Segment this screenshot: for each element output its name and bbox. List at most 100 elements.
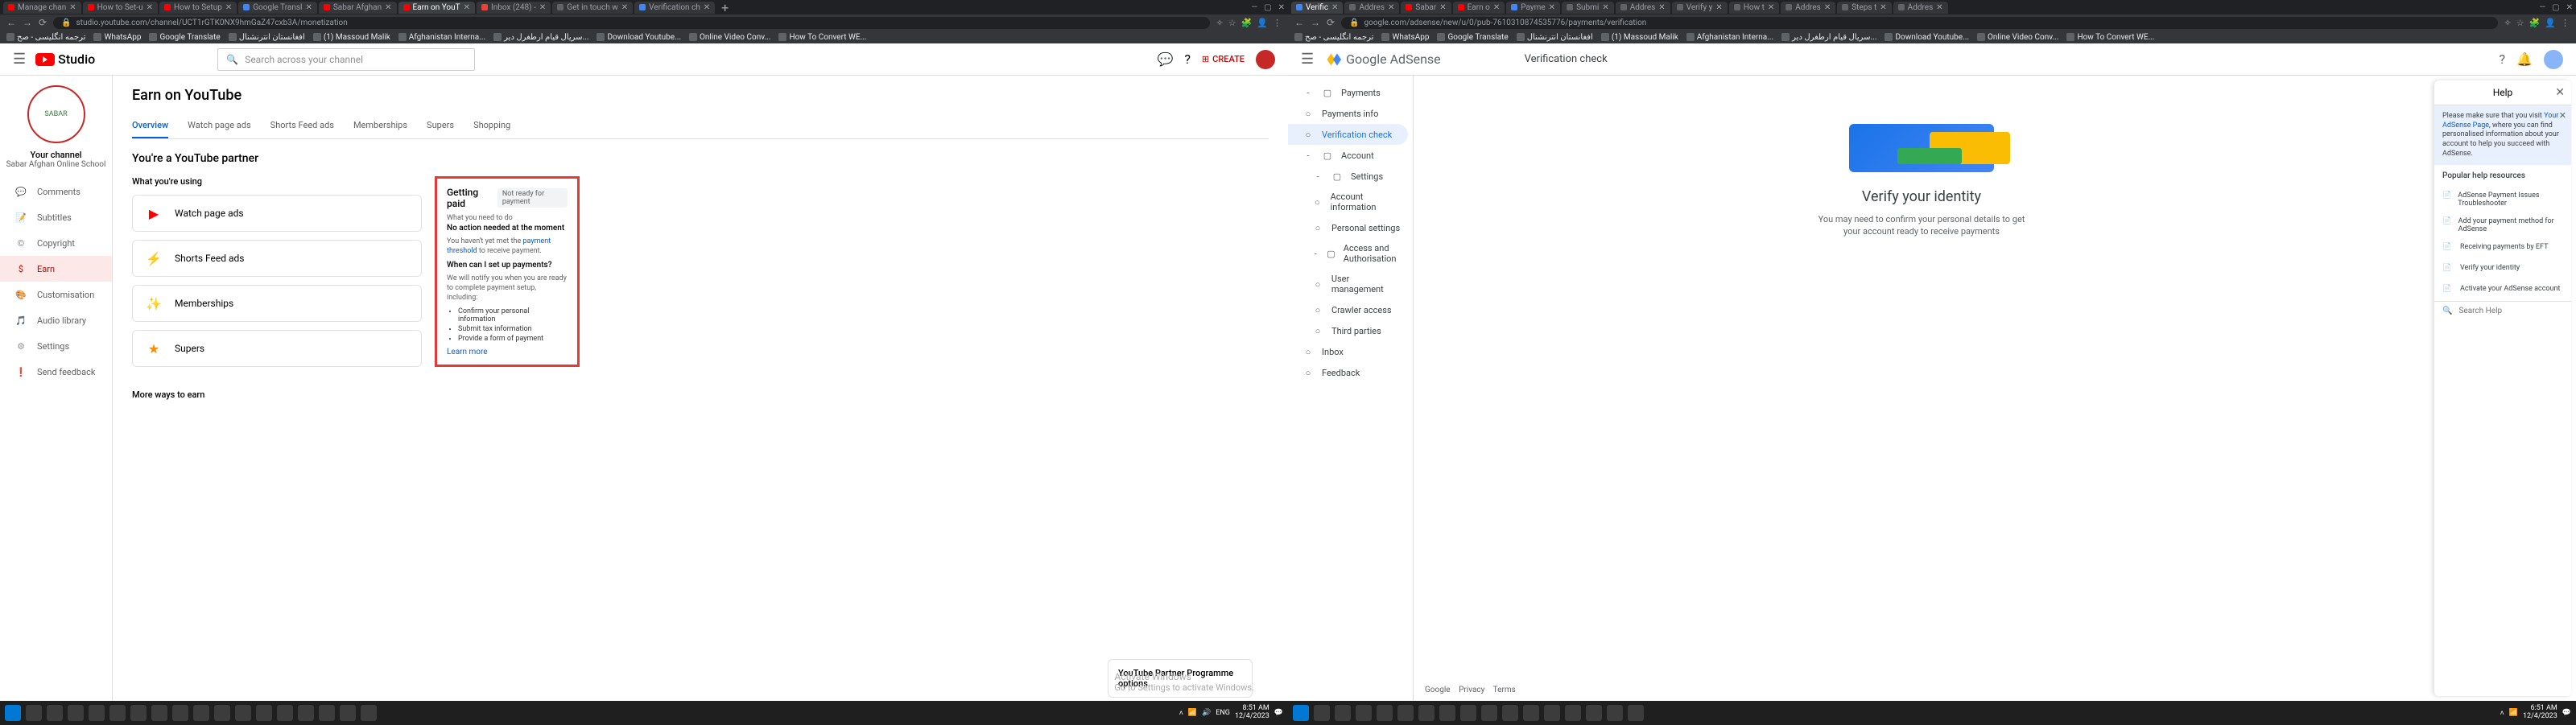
sidebar-item-send-feedback[interactable]: ❗Send feedback — [0, 359, 112, 385]
tray-network-icon[interactable]: 📶 — [2509, 709, 2518, 717]
footer-terms[interactable]: Terms — [1493, 686, 1516, 694]
sidebar-item-access-and-authorisation[interactable]: -▢Access and Authorisation — [1288, 238, 1413, 269]
browser-tab[interactable]: Payme✕ — [1506, 2, 1560, 14]
browser-tab[interactable]: Addres✕ — [1344, 2, 1399, 14]
app-icon[interactable] — [1397, 705, 1414, 721]
app-icon[interactable] — [1544, 705, 1560, 721]
tab-watch-page-ads[interactable]: Watch page ads — [188, 113, 250, 138]
chat-icon[interactable]: 💬 — [1157, 51, 1173, 67]
tab-close-icon[interactable]: ✕ — [69, 3, 76, 12]
close-icon[interactable]: ✕ — [1278, 3, 1285, 12]
menu-icon[interactable]: ⋮ — [1273, 18, 1282, 28]
help-article[interactable]: 📄Add your payment method for AdSense — [2434, 212, 2571, 238]
help-tip-close-icon[interactable]: ✕ — [2559, 110, 2566, 122]
tab-close-icon[interactable]: ✕ — [147, 3, 153, 12]
help-article[interactable]: 📄Activate your AdSense account — [2434, 280, 2571, 301]
account-avatar[interactable] — [2544, 50, 2563, 69]
reload-button[interactable]: ⟳ — [1327, 17, 1335, 28]
sidebar-item-crawler-access[interactable]: ○Crawler access — [1288, 299, 1413, 320]
address-bar[interactable]: 🔒 studio.youtube.com/channel/UCT1rGTK0NX… — [53, 17, 1209, 29]
sidebar-item-feedback[interactable]: ○Feedback — [1288, 362, 1413, 383]
search-taskbar-icon[interactable] — [1314, 705, 1330, 721]
bookmark[interactable]: افغانستان انترنشنال — [229, 33, 305, 42]
reload-button[interactable]: ⟳ — [39, 17, 47, 28]
maximize-icon[interactable]: ▢ — [1264, 3, 1271, 12]
bookmark[interactable]: سریال قیام ارطغرل دیر... — [1781, 33, 1876, 42]
sidebar-item-settings[interactable]: ⚙Settings — [0, 333, 112, 359]
tab-close-icon[interactable]: ✕ — [1602, 3, 1608, 12]
adsense-logo[interactable]: Google AdSense — [1325, 51, 1441, 68]
help-icon[interactable]: ? — [2500, 51, 2506, 67]
bookmark[interactable]: Afghanistan Interna... — [1686, 33, 1773, 42]
app-icon[interactable] — [130, 705, 147, 721]
app-icon[interactable] — [1356, 705, 1372, 721]
browser-tab[interactable]: Addres✕ — [1893, 2, 1948, 14]
bookmark[interactable]: Online Video Conv... — [689, 33, 770, 42]
forward-button[interactable]: → — [23, 17, 32, 28]
bookmark[interactable]: Download Youtube... — [597, 33, 681, 42]
browser-tab[interactable]: How t✕ — [1729, 2, 1780, 14]
using-item[interactable]: ★Supers — [132, 330, 422, 367]
sidebar-item-settings[interactable]: -▢Settings — [1288, 166, 1413, 187]
sidebar-item-verification-check[interactable]: ○Verification check — [1288, 124, 1408, 145]
tab-close-icon[interactable]: ✕ — [1331, 3, 1338, 12]
browser-tab[interactable]: Manage chan✕ — [3, 2, 81, 14]
app-icon[interactable] — [1607, 705, 1623, 721]
hamburger-icon[interactable]: ☰ — [1301, 51, 1314, 68]
bookmark[interactable]: ترجمه انگلیسی - صح — [6, 33, 85, 42]
taskview-icon[interactable] — [1335, 705, 1351, 721]
system-clock[interactable]: 8:51 AM 12/4/2023 — [1235, 705, 1269, 721]
channel-avatar[interactable]: SABAR — [27, 85, 85, 143]
browser-tab[interactable]: Addres✕ — [1616, 2, 1670, 14]
share-icon[interactable]: ✧ — [2504, 18, 2512, 28]
sidebar-item-payments-info[interactable]: ○Payments info — [1288, 103, 1413, 124]
app-icon[interactable] — [151, 705, 167, 721]
profile-icon[interactable]: 👤 — [2545, 18, 2556, 28]
tab-close-icon[interactable]: ✕ — [1824, 3, 1831, 12]
bookmark[interactable]: (1) Massoud Malik — [1601, 33, 1678, 42]
browser-tab[interactable]: Inbox (248) -✕ — [477, 2, 551, 14]
app-icon[interactable] — [89, 705, 105, 721]
browser-tab[interactable]: Verify y✕ — [1672, 2, 1728, 14]
sidebar-item-account[interactable]: -▢Account — [1288, 145, 1413, 166]
app-icon[interactable] — [1460, 705, 1476, 721]
app-icon[interactable] — [68, 705, 84, 721]
app-icon[interactable] — [1481, 705, 1497, 721]
app-icon[interactable] — [235, 705, 251, 721]
bookmark[interactable]: افغانستان انترنشنال — [1517, 33, 1593, 42]
help-article[interactable]: 📄AdSense Payment Issues Troubleshooter — [2434, 187, 2571, 212]
learn-more-link[interactable]: Learn more — [447, 348, 568, 356]
taskview-icon[interactable] — [47, 705, 63, 721]
star-icon[interactable]: ☆ — [2516, 18, 2524, 28]
sidebar-item-inbox[interactable]: ○Inbox — [1288, 341, 1413, 362]
search-input[interactable]: 🔍 Search across your channel — [217, 48, 475, 71]
using-item[interactable]: ▶Watch page ads — [132, 195, 422, 232]
browser-tab[interactable]: Get in touch w✕ — [552, 2, 633, 14]
help-search[interactable]: 🔍 — [2434, 301, 2571, 320]
browser-tab[interactable]: Steps t✕ — [1837, 2, 1891, 14]
app-icon[interactable] — [1565, 705, 1581, 721]
search-taskbar-icon[interactable] — [26, 705, 42, 721]
bookmark[interactable]: (1) Massoud Malik — [313, 33, 390, 42]
sidebar-item-copyright[interactable]: ©Copyright — [0, 230, 112, 256]
extensions-icon[interactable]: 🧩 — [2529, 18, 2541, 28]
sidebar-item-subtitles[interactable]: 📝Subtitles — [0, 204, 112, 230]
hamburger-icon[interactable]: ☰ — [13, 51, 26, 68]
using-item[interactable]: ⚡Shorts Feed ads — [132, 240, 422, 277]
tray-network-icon[interactable]: 📶 — [1188, 709, 1197, 717]
tab-close-icon[interactable]: ✕ — [1439, 3, 1446, 12]
app-icon[interactable] — [361, 705, 377, 721]
app-icon[interactable] — [1418, 705, 1435, 721]
help-close-icon[interactable]: ✕ — [2555, 86, 2565, 99]
tab-close-icon[interactable]: ✕ — [305, 3, 312, 12]
share-icon[interactable]: ✧ — [1216, 18, 1224, 28]
sidebar-item-audio-library[interactable]: 🎵Audio library — [0, 307, 112, 333]
tab-close-icon[interactable]: ✕ — [385, 3, 391, 12]
maximize-icon[interactable]: ▢ — [2552, 3, 2559, 12]
tab-close-icon[interactable]: ✕ — [464, 3, 470, 12]
footer-google[interactable]: Google — [1425, 686, 1451, 694]
tab-close-icon[interactable]: ✕ — [1493, 3, 1500, 12]
browser-tab[interactable]: How to Set-u✕ — [83, 2, 158, 14]
app-icon[interactable] — [1377, 705, 1393, 721]
star-icon[interactable]: ☆ — [1228, 18, 1236, 28]
